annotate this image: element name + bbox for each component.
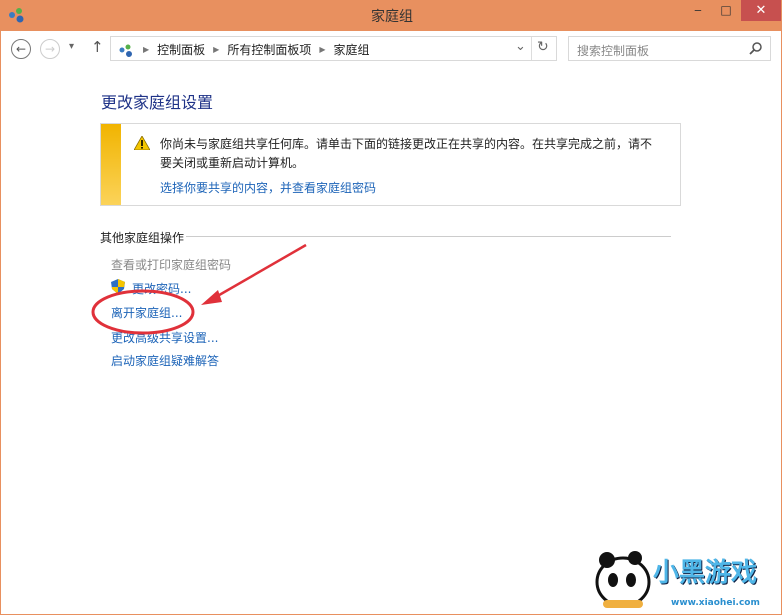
divider — [531, 37, 532, 60]
recent-locations-button[interactable]: ▾ — [69, 41, 74, 66]
warning-icon — [134, 136, 150, 150]
window-title: 家庭组 — [371, 9, 413, 25]
search-input[interactable]: 搜索控制面板 — [568, 36, 771, 61]
watermark-url: www.xiaohei.com — [671, 598, 760, 608]
search-icon[interactable] — [749, 42, 762, 55]
annotation-overlay — [91, 243, 307, 335]
warning-bar — [101, 124, 121, 205]
breadcrumb-item[interactable]: 家庭组 — [334, 41, 370, 58]
breadcrumb-item[interactable]: 控制面板 — [157, 41, 205, 58]
panda-icon — [595, 551, 651, 608]
address-bar[interactable]: ▶ 控制面板 ▶ 所有控制面板项 ▶ 家庭组 ⌄ ↻ — [110, 36, 557, 61]
homegroup-icon — [119, 44, 132, 57]
page-title: 更改家庭组设置 — [101, 93, 214, 112]
refresh-button[interactable]: ↻ — [537, 39, 549, 55]
section-divider — [186, 236, 671, 237]
annotation-circle — [91, 289, 195, 335]
back-button[interactable]: ← — [11, 39, 31, 59]
maximize-button[interactable]: □ — [712, 0, 740, 21]
warning-text: 你尚未与家庭组共享任何库。请单击下面的链接更改正在共享的内容。在共享完成之前，请… — [160, 137, 653, 170]
chevron-right-icon: ▶ — [213, 45, 220, 54]
breadcrumb-item[interactable]: 所有控制面板项 — [227, 41, 311, 58]
arrowhead-icon — [201, 290, 222, 305]
up-button[interactable]: ↑ — [91, 38, 104, 63]
watermark-logo: 小黑游戏 www.xiaohei.com — [591, 540, 781, 612]
address-dropdown-button[interactable]: ⌄ — [515, 39, 526, 54]
troubleshooter-link[interactable]: 启动家庭组疑难解答 — [111, 352, 219, 369]
chevron-right-icon: ▶ — [319, 45, 326, 54]
close-button[interactable]: ✕ — [741, 0, 781, 21]
minimize-button[interactable]: ‒ — [684, 0, 712, 21]
title-bar: 家庭组 ‒ □ ✕ — [1, 0, 782, 31]
choose-sharing-link[interactable]: 选择你要共享的内容，并查看家庭组密码 — [160, 179, 376, 196]
watermark-brand: 小黑游戏 — [653, 558, 758, 588]
chevron-right-icon: ▶ — [143, 45, 150, 54]
annotation-arrow — [213, 243, 307, 300]
warning-panel: 你尚未与家庭组共享任何库。请单击下面的链接更改正在共享的内容。在共享完成之前，请… — [100, 123, 681, 206]
forward-button[interactable]: → — [40, 39, 60, 59]
